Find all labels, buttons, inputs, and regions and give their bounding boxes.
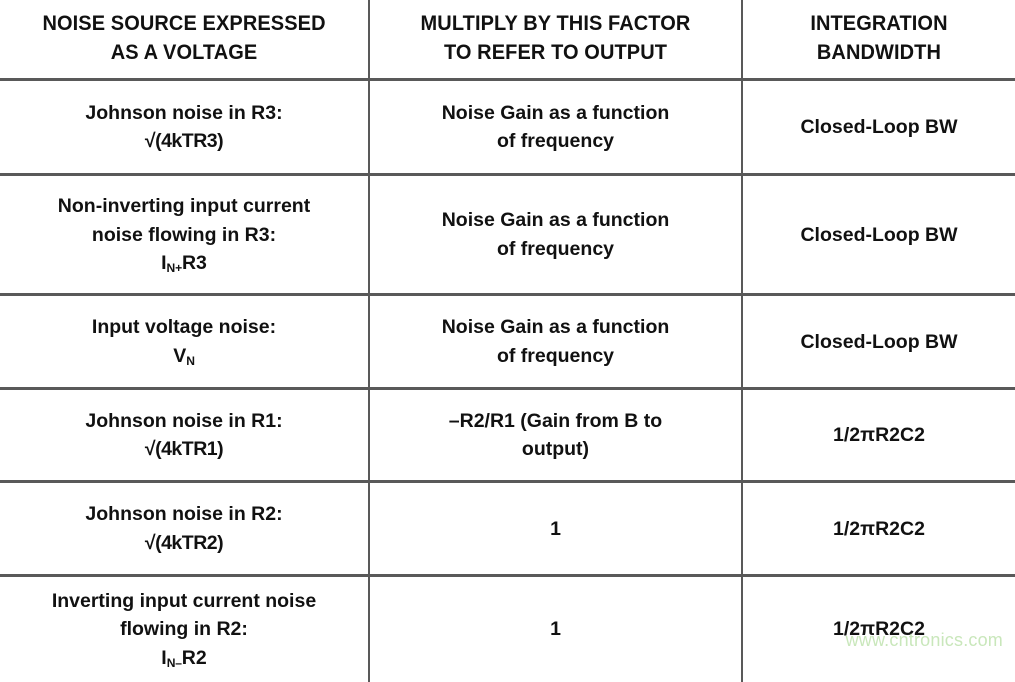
cell-multiply-factor: –R2/R1 (Gain from B to output) xyxy=(369,388,743,484)
table-header: NOISE SOURCE EXPRESSED AS A VOLTAGE MULT… xyxy=(0,0,1015,82)
cell-integration-bandwidth: Closed-Loop BW xyxy=(742,294,1015,391)
factor-line2: of frequency xyxy=(496,130,615,153)
site-watermark: www.cntronics.com xyxy=(845,630,1003,650)
expression-main: V xyxy=(173,344,187,367)
table-body: Johnson noise in R3: √(4kTR3) Noise Gain… xyxy=(0,79,1015,682)
expression-main: I xyxy=(161,251,167,274)
cell-multiply-factor: Noise Gain as a function of frequency xyxy=(369,79,743,177)
header-noise-source-line2: AS A VOLTAGE xyxy=(110,39,258,64)
factor-line2: of frequency xyxy=(496,237,615,260)
noise-source-expression: √(4kTR1) xyxy=(10,435,358,463)
noise-source-line1: Input voltage noise: xyxy=(91,316,277,339)
table-row: Johnson noise in R2: √(4kTR2) 1 1/2πR2C2 xyxy=(0,481,1015,578)
table-row: Johnson noise in R3: √(4kTR3) Noise Gain… xyxy=(0,79,1015,177)
header-integration-bandwidth-line2: BANDWIDTH xyxy=(816,39,942,64)
noise-contributions-table-container: NOISE SOURCE EXPRESSED AS A VOLTAGE MULT… xyxy=(0,0,1015,682)
table-row: Johnson noise in R1: √(4kTR1) –R2/R1 (Ga… xyxy=(0,388,1015,484)
expression-main: √(4kTR3) xyxy=(144,130,224,153)
header-multiply-factor-line1: MULTIPLY BY THIS FACTOR xyxy=(420,11,691,35)
expression-main: √(4kTR2) xyxy=(144,531,224,554)
table-row: Inverting input current noise flowing in… xyxy=(0,575,1015,682)
noise-source-expression: IN+R3 xyxy=(10,249,358,277)
noise-source-expression: √(4kTR2) xyxy=(10,529,358,557)
expression-suffix: R3 xyxy=(181,251,207,274)
factor-line1: 1 xyxy=(550,618,561,641)
expression-subscript: N– xyxy=(166,656,182,671)
factor-line1: –R2/R1 (Gain from B to xyxy=(448,409,663,432)
expression-subscript: N+ xyxy=(166,261,183,276)
header-row: NOISE SOURCE EXPRESSED AS A VOLTAGE MULT… xyxy=(0,0,1015,82)
noise-source-expression: VN xyxy=(10,342,358,370)
cell-integration-bandwidth: 1/2πR2C2 xyxy=(742,481,1015,578)
cell-noise-source: Input voltage noise: VN xyxy=(0,294,370,391)
factor-line1: Noise Gain as a function xyxy=(441,209,670,232)
noise-source-line1: Johnson noise in R2: xyxy=(85,503,283,526)
noise-source-line1: Non-inverting input current xyxy=(57,195,311,218)
noise-source-line1: Johnson noise in R3: xyxy=(85,101,283,124)
header-noise-source: NOISE SOURCE EXPRESSED AS A VOLTAGE xyxy=(12,0,358,82)
header-multiply-factor-line2: TO REFER TO OUTPUT xyxy=(443,39,668,64)
cell-integration-bandwidth: Closed-Loop BW xyxy=(742,79,1015,177)
factor-line1: Noise Gain as a function xyxy=(441,101,670,124)
noise-contributions-table: NOISE SOURCE EXPRESSED AS A VOLTAGE MULT… xyxy=(0,0,1015,682)
cell-multiply-factor: 1 xyxy=(369,481,743,578)
noise-source-expression: IN–R2 xyxy=(10,644,358,672)
expression-subscript: N xyxy=(186,354,195,369)
cell-noise-source: Johnson noise in R3: √(4kTR3) xyxy=(0,79,370,177)
header-integration-bandwidth: INTEGRATION BANDWIDTH xyxy=(751,0,1006,82)
expression-main: I xyxy=(161,646,167,669)
noise-source-expression: √(4kTR3) xyxy=(10,127,358,155)
cell-integration-bandwidth: Closed-Loop BW xyxy=(742,174,1015,297)
cell-multiply-factor: Noise Gain as a function of frequency xyxy=(369,294,743,391)
factor-line2: of frequency xyxy=(496,344,615,367)
cell-noise-source: Inverting input current noise flowing in… xyxy=(0,575,370,682)
cell-multiply-factor: Noise Gain as a function of frequency xyxy=(369,174,743,297)
noise-source-line1b: flowing in R2: xyxy=(120,618,248,641)
cell-integration-bandwidth: 1/2πR2C2 xyxy=(742,388,1015,484)
factor-line1: Noise Gain as a function xyxy=(441,316,670,339)
cell-noise-source: Non-inverting input current noise flowin… xyxy=(0,174,370,297)
cell-integration-bandwidth: 1/2πR2C2 xyxy=(833,618,925,641)
factor-line1: 1 xyxy=(550,517,561,540)
expression-suffix: R2 xyxy=(181,646,207,669)
table-row: Non-inverting input current noise flowin… xyxy=(0,174,1015,297)
cell-noise-source: Johnson noise in R1: √(4kTR1) xyxy=(0,388,370,484)
table-row: Input voltage noise: VN Noise Gain as a … xyxy=(0,294,1015,391)
cell-multiply-factor: 1 xyxy=(369,575,743,682)
factor-line2: output) xyxy=(521,438,590,461)
expression-main: √(4kTR1) xyxy=(144,438,224,461)
header-multiply-factor: MULTIPLY BY THIS FACTOR TO REFER TO OUTP… xyxy=(382,0,730,82)
noise-source-line1: Johnson noise in R1: xyxy=(85,409,283,432)
header-integration-bandwidth-line1: INTEGRATION xyxy=(810,11,948,35)
noise-source-line1: Inverting input current noise xyxy=(51,590,317,613)
header-noise-source-line1: NOISE SOURCE EXPRESSED xyxy=(42,11,326,35)
noise-source-line1b: noise flowing in R3: xyxy=(91,223,277,246)
cell-noise-source: Johnson noise in R2: √(4kTR2) xyxy=(0,481,370,578)
